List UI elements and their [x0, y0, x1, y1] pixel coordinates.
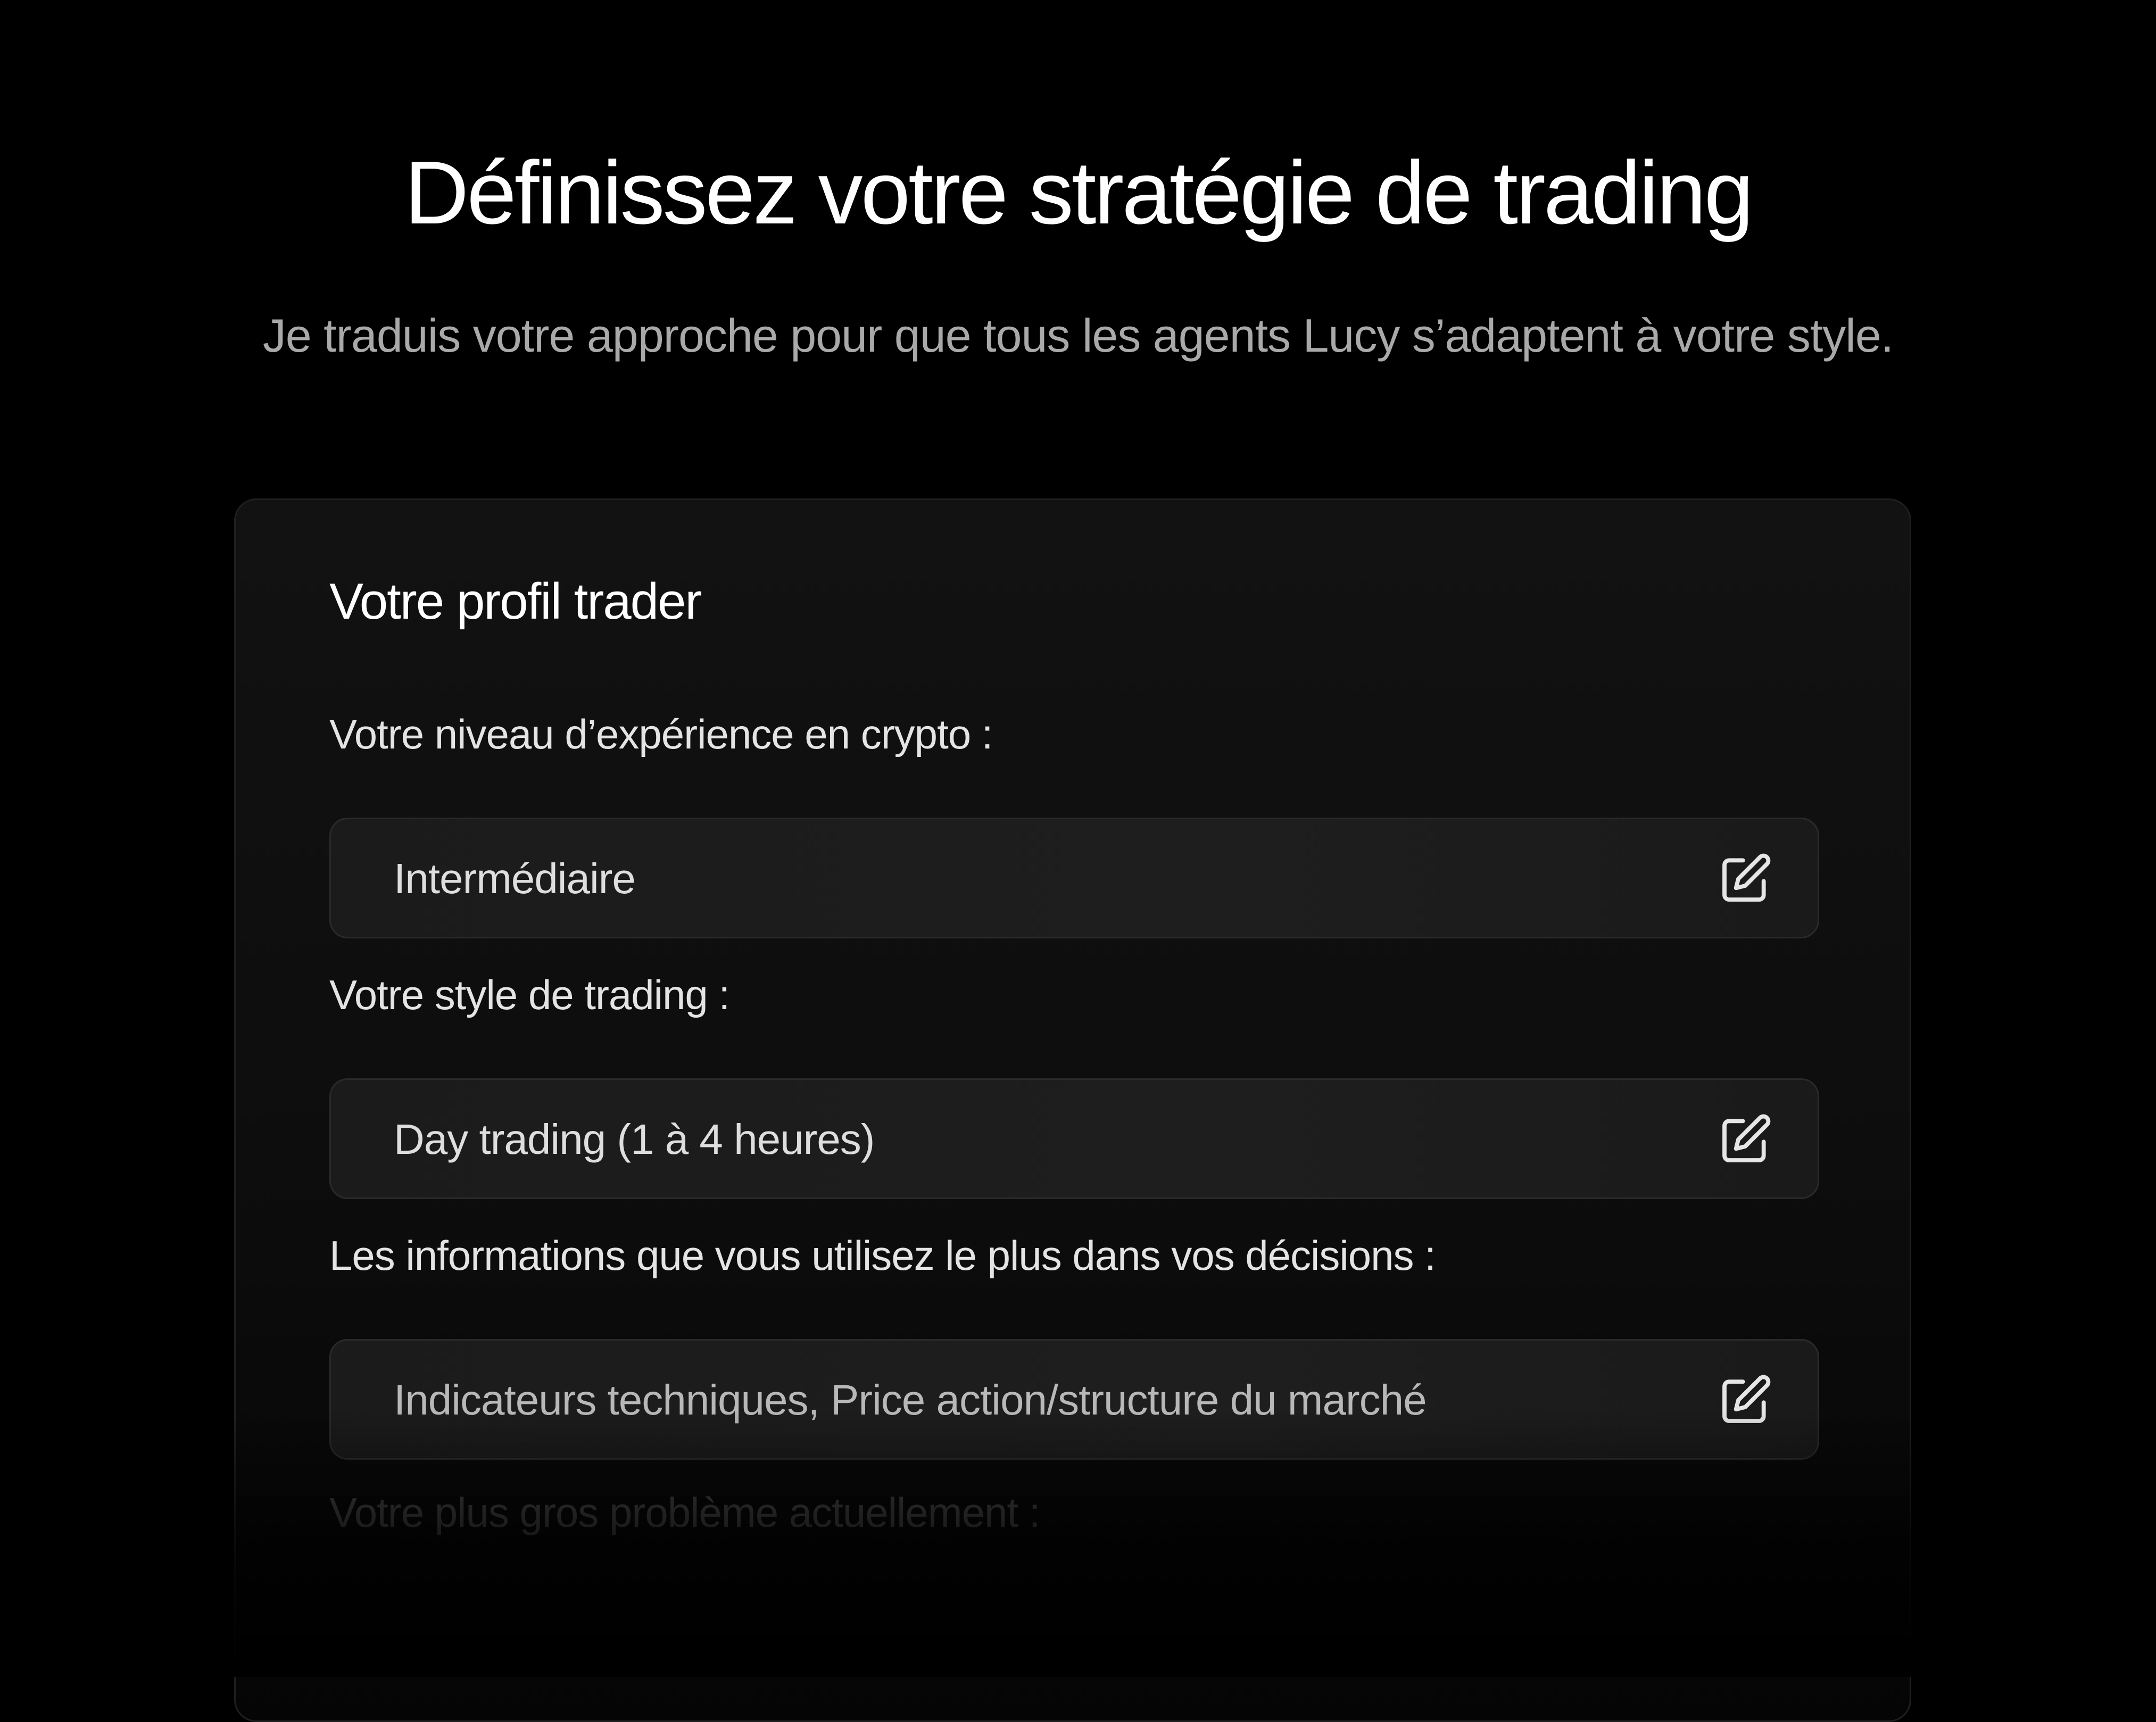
biggest-problem-label: Votre plus gros problème actuellement :	[329, 1489, 1040, 1536]
information-sources-label: Les informations que vous utilisez le pl…	[329, 1232, 1436, 1279]
trading-style-value: Day trading (1 à 4 heures)	[394, 1116, 875, 1163]
card-title: Votre profil trader	[329, 573, 702, 630]
edit-icon	[1722, 1375, 1771, 1423]
information-sources-edit-button[interactable]	[1715, 1370, 1775, 1430]
profile-card: Votre profil trader Votre niveau d’expér…	[234, 498, 1911, 1722]
edit-icon	[1722, 1114, 1771, 1162]
trading-style-field[interactable]: Day trading (1 à 4 heures)	[329, 1078, 1819, 1199]
trading-style-label: Votre style de trading :	[329, 971, 730, 1018]
experience-level-value: Intermédiaire	[394, 855, 636, 902]
trading-style-edit-button[interactable]	[1715, 1110, 1775, 1169]
page-title: Définissez votre stratégie de trading	[404, 143, 1754, 243]
page-subtitle: Je traduis votre approche pour que tous …	[262, 309, 1894, 362]
experience-level-label: Votre niveau d’expérience en crypto :	[329, 711, 993, 758]
information-sources-value: Indicateurs techniques, Price action/str…	[394, 1376, 1427, 1424]
experience-level-field[interactable]: Intermédiaire	[329, 818, 1819, 938]
edit-icon	[1722, 853, 1771, 902]
information-sources-field[interactable]: Indicateurs techniques, Price action/str…	[329, 1339, 1819, 1460]
experience-level-edit-button[interactable]	[1715, 849, 1775, 909]
